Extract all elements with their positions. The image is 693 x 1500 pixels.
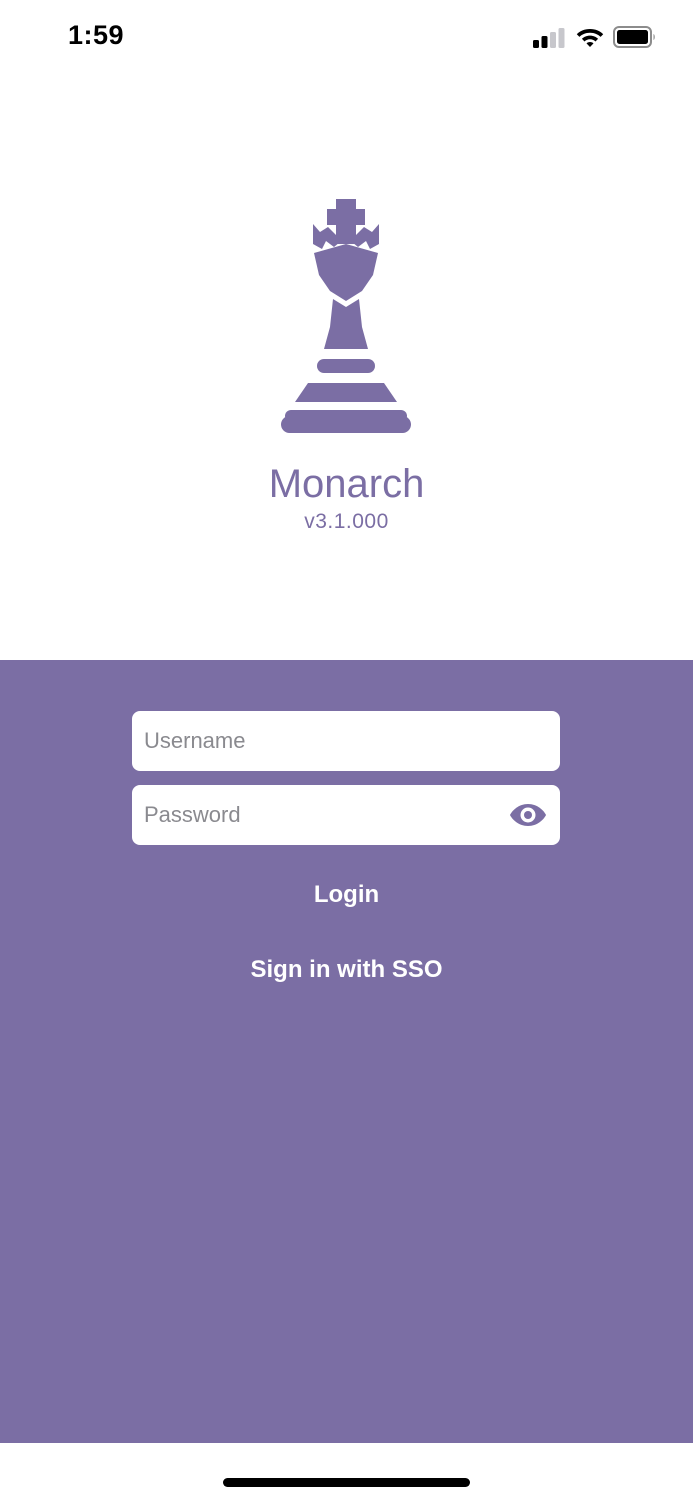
login-panel: Login Sign in with SSO bbox=[0, 660, 693, 1443]
home-indicator[interactable] bbox=[223, 1478, 470, 1487]
password-input[interactable] bbox=[144, 785, 504, 845]
sso-button[interactable]: Sign in with SSO bbox=[0, 956, 693, 984]
cellular-signal-icon bbox=[533, 28, 565, 48]
app-name: Monarch bbox=[268, 462, 425, 506]
status-bar: 1:59 bbox=[0, 0, 693, 80]
battery-icon bbox=[613, 26, 655, 48]
app-logo bbox=[0, 190, 693, 440]
status-time: 1:59 bbox=[68, 20, 125, 50]
chess-king-icon bbox=[281, 199, 411, 433]
app-version: v3.1.000 bbox=[304, 510, 389, 533]
username-input[interactable] bbox=[144, 711, 548, 771]
bottom-safe-area bbox=[0, 1443, 693, 1500]
username-field[interactable] bbox=[132, 711, 560, 771]
login-button[interactable]: Login bbox=[0, 881, 693, 909]
wifi-icon bbox=[576, 29, 604, 47]
password-field[interactable] bbox=[132, 785, 560, 845]
eye-icon[interactable] bbox=[509, 799, 547, 831]
